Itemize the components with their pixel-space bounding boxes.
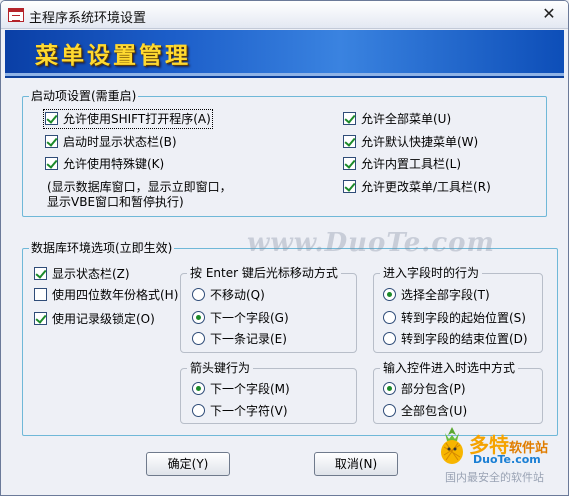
partial-contain-radio[interactable]: 部分包含(P) (383, 381, 466, 397)
arrow-next-char-radio[interactable]: 下一个字符(V) (192, 403, 288, 419)
show-statusbar-startup-label: 启动时显示状态栏(B) (63, 135, 177, 149)
field-entry-group: 进入字段时的行为 选择全部字段(T) 转到字段的起始位置(S) 转到字段的结束位… (373, 266, 543, 353)
enter-no-move-dot[interactable] (192, 288, 205, 301)
full-contain-radio[interactable]: 全部包含(U) (383, 403, 467, 419)
settings-dialog: 主程序系统环境设置 ✕ 菜单设置管理 启动项设置(需重启) 允许使用SHIFT打… (0, 0, 569, 496)
cancel-button[interactable]: 取消(N) (314, 452, 398, 476)
allow-full-menus-label: 允许全部菜单(U) (361, 112, 452, 126)
full-contain-label: 全部包含(U) (401, 404, 468, 418)
record-level-locking-label: 使用记录级锁定(O) (52, 312, 155, 326)
arrow-key-legend: 箭头键行为 (187, 361, 254, 375)
four-digit-year-check-mark[interactable] (34, 288, 47, 301)
four-digit-year-label: 使用四位数年份格式(H) (52, 288, 179, 302)
go-to-field-start-label: 转到字段的起始位置(S) (401, 311, 526, 325)
show-statusbar-startup-check-mark[interactable] (45, 135, 58, 148)
arrow-next-field-radio[interactable]: 下一个字段(M) (192, 381, 290, 397)
close-icon[interactable]: ✕ (540, 5, 558, 23)
arrow-next-char-dot[interactable] (192, 404, 205, 417)
startup-group-legend: 启动项设置(需重启) (29, 89, 139, 103)
select-entire-field-radio[interactable]: 选择全部字段(T) (383, 287, 490, 303)
show-statusbar-label: 显示状态栏(Z) (52, 267, 130, 281)
enter-no-move-radio[interactable]: 不移动(Q) (192, 287, 265, 303)
allow-default-shortcut-menus-check-mark[interactable] (343, 135, 356, 148)
enter-move-group: 按 Enter 键后光标移动方式 不移动(Q) 下一个字段(G) 下一条记录(E… (180, 266, 357, 353)
environment-options-group: 数据库环境选项(立即生效) 显示状态栏(Z) 使用四位数年份格式(H) 使用记录… (22, 241, 558, 436)
enter-no-move-label: 不移动(Q) (210, 288, 265, 302)
allow-special-keys-checkbox[interactable]: 允许使用特殊键(K) (45, 156, 164, 172)
enter-next-record-dot[interactable] (192, 332, 205, 345)
allow-default-shortcut-menus-label: 允许默认快捷菜单(W) (361, 135, 479, 149)
special-keys-note-line1: (显示数据库窗口，显示立即窗口， (47, 180, 232, 194)
allow-full-menus-checkbox[interactable]: 允许全部菜单(U) (343, 111, 451, 127)
title-bar: 主程序系统环境设置 ✕ (1, 1, 568, 29)
center-watermark: www.DuoTe.com (247, 228, 496, 258)
enter-next-field-dot[interactable] (192, 311, 205, 324)
pineapple-logo-icon (441, 427, 463, 464)
arrow-next-field-dot[interactable] (192, 382, 205, 395)
logo-site: DuoTe.com (473, 453, 541, 466)
go-to-field-start-radio[interactable]: 转到字段的起始位置(S) (383, 310, 526, 326)
show-statusbar-startup-checkbox[interactable]: 启动时显示状态栏(B) (45, 134, 177, 150)
allow-builtin-toolbars-check-mark[interactable] (343, 157, 356, 170)
show-statusbar-checkbox[interactable]: 显示状态栏(Z) (34, 266, 130, 282)
partial-contain-dot[interactable] (383, 382, 396, 395)
input-select-group: 输入控件进入时选中方式 部分包含(P) 全部包含(U) (373, 361, 543, 424)
allow-shift-checkbox[interactable]: 允许使用SHIFT打开程序(A) (43, 109, 213, 129)
input-select-legend: 输入控件进入时选中方式 (380, 361, 519, 375)
enter-next-field-label: 下一个字段(G) (210, 311, 289, 325)
go-to-field-end-radio[interactable]: 转到字段的结束位置(D) (383, 331, 528, 347)
four-digit-year-checkbox[interactable]: 使用四位数年份格式(H) (34, 287, 178, 303)
allow-toolbar-changes-label: 允许更改菜单/工具栏(R) (361, 180, 491, 194)
app-window-icon (8, 8, 24, 22)
enter-move-legend: 按 Enter 键后光标移动方式 (187, 266, 341, 280)
full-contain-dot[interactable] (383, 404, 396, 417)
allow-shift-label: 允许使用SHIFT打开程序(A) (63, 112, 211, 126)
allow-default-shortcut-menus-checkbox[interactable]: 允许默认快捷菜单(W) (343, 134, 478, 150)
duote-logo-watermark: 多特软件站 DuoTe.com 国内最安全的软件站 (431, 421, 567, 491)
go-to-field-start-dot[interactable] (383, 311, 396, 324)
environment-group-legend: 数据库环境选项(立即生效) (29, 241, 175, 255)
allow-shift-check-mark[interactable] (45, 112, 58, 125)
special-keys-note-line2: 显示VBE窗口和暂停执行) (47, 195, 184, 209)
allow-special-keys-label: 允许使用特殊键(K) (63, 157, 165, 171)
logo-slogan: 国内最安全的软件站 (445, 471, 544, 484)
go-to-field-end-dot[interactable] (383, 332, 396, 345)
allow-builtin-toolbars-label: 允许内置工具栏(L) (361, 157, 462, 171)
select-entire-field-dot[interactable] (383, 288, 396, 301)
arrow-next-field-label: 下一个字段(M) (210, 382, 290, 396)
allow-toolbar-changes-check-mark[interactable] (343, 180, 356, 193)
allow-full-menus-check-mark[interactable] (343, 112, 356, 125)
startup-settings-group: 启动项设置(需重启) 允许使用SHIFT打开程序(A) 启动时显示状态栏(B) … (22, 89, 547, 217)
field-entry-legend: 进入字段时的行为 (380, 266, 483, 280)
show-statusbar-check-mark[interactable] (34, 267, 47, 280)
allow-toolbar-changes-checkbox[interactable]: 允许更改菜单/工具栏(R) (343, 179, 491, 195)
select-entire-field-label: 选择全部字段(T) (401, 288, 490, 302)
record-level-locking-checkbox[interactable]: 使用记录级锁定(O) (34, 311, 155, 327)
enter-next-record-label: 下一条记录(E) (210, 332, 287, 346)
go-to-field-end-label: 转到字段的结束位置(D) (401, 332, 528, 346)
arrow-next-char-label: 下一个字符(V) (210, 404, 288, 418)
record-level-locking-check-mark[interactable] (34, 312, 47, 325)
banner: 菜单设置管理 (5, 30, 564, 78)
allow-special-keys-check-mark[interactable] (45, 157, 58, 170)
enter-next-field-radio[interactable]: 下一个字段(G) (192, 310, 289, 326)
ok-button[interactable]: 确定(Y) (146, 452, 230, 476)
enter-next-record-radio[interactable]: 下一条记录(E) (192, 331, 287, 347)
banner-title: 菜单设置管理 (35, 42, 191, 69)
arrow-key-group: 箭头键行为 下一个字段(M) 下一个字符(V) (180, 361, 357, 424)
window-title: 主程序系统环境设置 (29, 11, 147, 26)
partial-contain-label: 部分包含(P) (401, 382, 466, 396)
allow-builtin-toolbars-checkbox[interactable]: 允许内置工具栏(L) (343, 156, 461, 172)
